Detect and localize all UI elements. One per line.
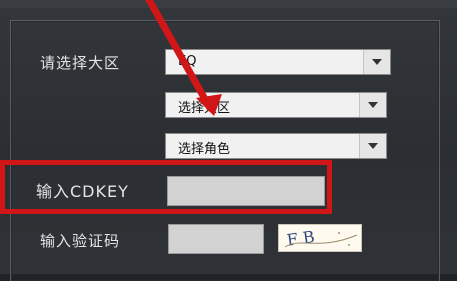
annotation-arrow-head (196, 94, 222, 116)
annotation-highlight-box (0, 160, 332, 214)
annotation-arrow (145, 0, 222, 116)
game-panel: 请选择大区 EQ 选择大区 选择角色 输入CDKEY 输入验证码 F B (0, 0, 457, 281)
annotation-arrow-shaft (145, 0, 214, 112)
